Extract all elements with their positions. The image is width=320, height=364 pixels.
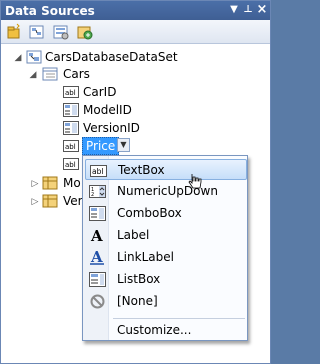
svg-text:abl: abl — [65, 143, 76, 151]
dropdown-arrow-icon[interactable]: ▼ — [227, 3, 241, 17]
close-icon[interactable]: × — [255, 3, 269, 17]
none-icon — [90, 294, 105, 309]
table-icon — [42, 176, 58, 190]
control-type-menu: abl TextBox 1 2 NumericUpDown ComboBox A… — [82, 155, 248, 341]
pin-icon[interactable]: ⊥ — [241, 3, 255, 17]
tree-table-label[interactable]: Mo — [63, 174, 81, 192]
textbox-field-icon: abl — [63, 158, 79, 170]
tree-field-label-selected[interactable]: Price — [82, 137, 120, 155]
panel-title-bar: Data Sources ▼ ⊥ × — [1, 1, 270, 20]
menu-item-label: LinkLabel — [117, 250, 174, 264]
label-icon: A — [90, 227, 103, 244]
hand-cursor-icon — [188, 174, 202, 189]
add-data-source-button[interactable] — [5, 23, 23, 41]
tree-table-label[interactable]: Cars — [63, 65, 90, 83]
menu-item-listbox[interactable]: ListBox — [85, 269, 247, 290]
menu-separator — [113, 318, 245, 319]
data-sources-panel: Data Sources ▼ ⊥ × ◢ CarsDatabaseDataSet… — [0, 0, 271, 364]
field-control-dropdown-button[interactable]: ▼ — [117, 138, 130, 152]
menu-item-label: ComboBox — [117, 206, 182, 220]
combobox-field-icon — [63, 103, 79, 117]
numeric-updown-icon: 1 2 — [89, 185, 106, 198]
combobox-icon — [89, 206, 106, 221]
linklabel-icon: A — [90, 249, 104, 266]
svg-text:abl: abl — [92, 167, 103, 176]
tree-field-label[interactable]: CarID — [83, 83, 116, 101]
svg-text:2: 2 — [91, 192, 94, 198]
menu-item-label: Customize... — [117, 323, 192, 337]
textbox-icon: abl — [90, 165, 107, 177]
dataset-icon — [26, 50, 42, 64]
panel-title: Data Sources — [5, 3, 95, 18]
refresh-icon — [77, 26, 93, 40]
menu-item-none[interactable]: [None] — [85, 291, 247, 312]
svg-text:abl: abl — [65, 161, 76, 169]
add-data-source-icon — [7, 23, 20, 39]
menu-item-numericupdown[interactable]: 1 2 NumericUpDown — [85, 181, 247, 202]
menu-item-label: Label — [117, 228, 150, 242]
expand-arrow-icon[interactable]: ▷ — [30, 197, 40, 207]
table-icon — [42, 67, 58, 81]
configure-dataset-icon — [53, 25, 69, 40]
edit-dataset-icon — [29, 25, 44, 39]
collapse-arrow-icon[interactable]: ◢ — [13, 53, 23, 63]
tree-table-label[interactable]: Ver — [63, 192, 83, 210]
configure-dataset-button[interactable] — [52, 23, 70, 41]
toolbar — [1, 20, 270, 44]
expand-arrow-icon[interactable]: ▷ — [30, 179, 40, 189]
tree-field-label[interactable]: VersionID — [83, 119, 140, 137]
listbox-icon — [89, 272, 106, 287]
menu-item-linklabel[interactable]: A LinkLabel — [85, 247, 247, 268]
menu-item-label-control[interactable]: A Label — [85, 225, 247, 246]
refresh-button[interactable] — [76, 23, 94, 41]
tree-field-label[interactable]: ModelID — [83, 101, 132, 119]
edit-dataset-button[interactable] — [28, 23, 46, 41]
combobox-field-icon — [63, 121, 79, 135]
menu-item-label: ListBox — [117, 272, 161, 286]
menu-item-combobox[interactable]: ComboBox — [85, 203, 247, 224]
table-icon — [42, 194, 58, 208]
collapse-arrow-icon[interactable]: ◢ — [28, 70, 38, 80]
textbox-field-icon: abl — [63, 140, 79, 152]
menu-item-customize[interactable]: Customize... — [85, 320, 247, 341]
menu-item-label: [None] — [117, 294, 158, 308]
svg-text:A: A — [90, 227, 103, 244]
menu-item-label: TextBox — [118, 163, 165, 177]
textbox-field-icon: abl — [63, 86, 79, 98]
tree-root-label[interactable]: CarsDatabaseDataSet — [45, 48, 178, 66]
menu-item-textbox[interactable]: abl TextBox — [85, 159, 247, 180]
svg-text:abl: abl — [65, 89, 76, 97]
menu-item-label: NumericUpDown — [117, 184, 218, 198]
